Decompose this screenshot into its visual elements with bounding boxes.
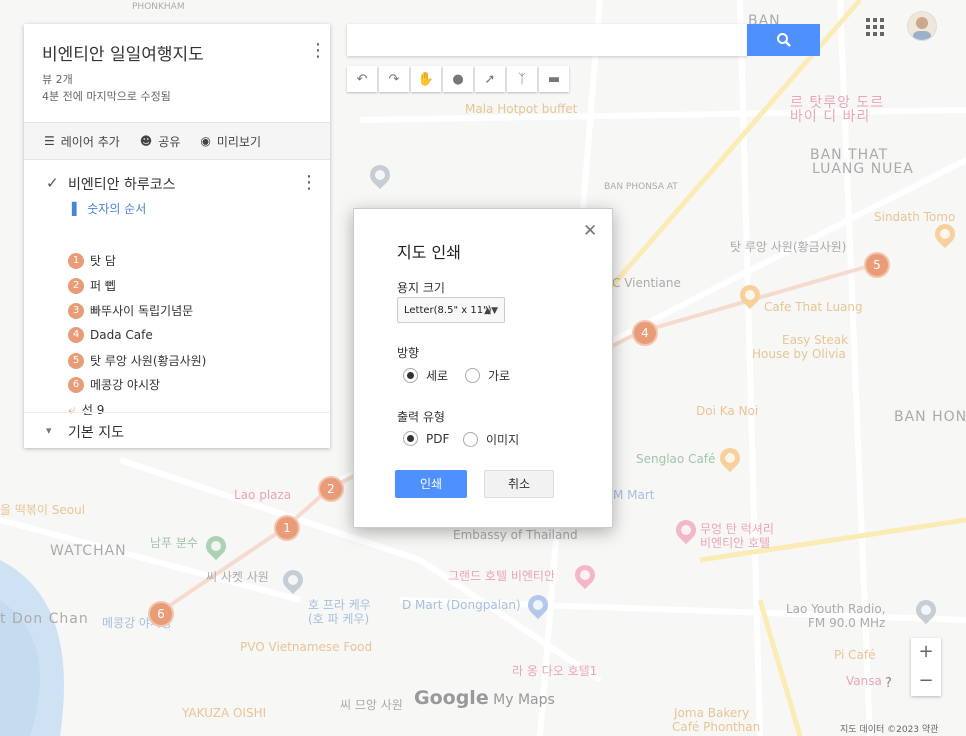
portrait-label: 세로 <box>426 369 449 383</box>
number-icon: 6 <box>68 376 84 393</box>
add-layer-button[interactable]: ☰ 레이어 추가 <box>44 133 120 150</box>
landscape-label: 가로 <box>488 369 511 383</box>
last-edited: 4분 전에 마지막으로 수정됨 <box>42 90 171 103</box>
list-item-label: Dada Cafe <box>90 328 153 342</box>
share-label: 공유 <box>158 134 181 149</box>
list-item[interactable]: 4 Dada Cafe <box>68 327 153 343</box>
redo-icon[interactable]: ↷ <box>379 66 409 92</box>
map-toolbar: ↶ ↷ ✋ ● ➚ ᛉ ▬ <box>347 66 569 92</box>
chevron-down-icon[interactable]: ▾ <box>46 424 52 437</box>
list-item-label: 퍼 뻽 <box>90 279 116 293</box>
layer-style-label: 숫자의 순서 <box>87 202 147 216</box>
list-item-label: 탓 담 <box>90 254 116 268</box>
radio-icon <box>465 368 480 383</box>
output-type-label: 출력 유형 <box>397 410 445 424</box>
dialog-title: 지도 인쇄 <box>397 243 461 262</box>
image-label: 이미지 <box>486 433 520 447</box>
paper-size-value: Letter(8.5" x 11") <box>404 305 492 316</box>
list-item[interactable]: 2 퍼 뻽 <box>68 277 116 294</box>
logo-main: Google <box>414 687 489 709</box>
route-marker[interactable]: 6 <box>148 601 174 627</box>
list-item-label: 메콩강 야시장 <box>90 378 161 392</box>
list-item[interactable]: 6 메콩강 야시장 <box>68 376 160 393</box>
basemap-section[interactable]: ▾ 기본 지도 <box>24 412 330 449</box>
ruler-icon[interactable]: ▬ <box>539 66 569 92</box>
google-my-maps-logo: Google My Maps <box>414 687 555 709</box>
zoom-control: + − <box>911 638 941 696</box>
list-item[interactable]: 3 빠뚜사이 독립기념문 <box>68 302 193 319</box>
radio-icon <box>463 432 478 447</box>
add-layer-label: 레이어 추가 <box>60 134 120 149</box>
view-count: 뷰 2개 <box>42 73 73 86</box>
number-icon: 1 <box>68 252 84 269</box>
number-icon: 3 <box>68 302 84 319</box>
image-radio[interactable]: 이미지 <box>463 431 519 448</box>
route-marker[interactable]: 1 <box>274 515 300 541</box>
logo-sub: My Maps <box>488 692 555 708</box>
panel-actions: ☰ 레이어 추가 ☻ 공유 ◉ 미리보기 <box>24 122 330 160</box>
list-item[interactable]: 5 탓 루앙 사원(황금사원) <box>68 352 206 369</box>
map-title[interactable]: 비엔티안 일일여행지도 <box>42 40 204 65</box>
select-arrows-icon: ▲▼ <box>484 306 498 316</box>
share-button[interactable]: ☻ 공유 <box>140 133 181 150</box>
add-person-icon: ☻ <box>139 134 153 148</box>
eye-icon: ◉ <box>200 134 211 148</box>
route-marker[interactable]: 4 <box>632 320 658 346</box>
question-icon[interactable]: ? <box>885 676 892 691</box>
orientation-label: 방향 <box>397 346 420 360</box>
layers-icon: ☰ <box>44 134 55 148</box>
layer-options-icon[interactable]: ⋮ <box>300 172 318 193</box>
pdf-radio[interactable]: PDF <box>403 431 449 446</box>
portrait-radio[interactable]: 세로 <box>403 367 448 384</box>
search-input[interactable] <box>347 24 747 56</box>
add-marker-icon[interactable]: ● <box>443 66 473 92</box>
list-item-label: 빠뚜사이 독립기념문 <box>90 304 194 318</box>
paper-size-label: 용지 크기 <box>397 281 445 295</box>
more-options-icon[interactable]: ⋮ <box>309 40 327 61</box>
pdf-label: PDF <box>426 431 450 446</box>
search-icon <box>776 33 791 47</box>
number-icon: 4 <box>68 327 84 343</box>
checkbox-icon[interactable]: ✓ <box>46 174 59 192</box>
zoom-in-button[interactable]: + <box>911 638 941 667</box>
map-side-panel: 비엔티안 일일여행지도 ⋮ 뷰 2개 4분 전에 마지막으로 수정됨 ☰ 레이어… <box>24 24 330 448</box>
hand-icon[interactable]: ✋ <box>411 66 441 92</box>
layer-name[interactable]: 비엔티안 하루코스 <box>68 174 176 194</box>
paper-size-select[interactable]: Letter(8.5" x 11") ▲▼ <box>397 297 505 323</box>
print-button[interactable]: 인쇄 <box>395 470 467 498</box>
zoom-out-button[interactable]: − <box>911 667 941 696</box>
route-marker[interactable]: 2 <box>318 476 344 502</box>
radio-selected-icon <box>403 368 418 383</box>
basemap-label: 기본 지도 <box>68 425 124 441</box>
number-icon: 2 <box>68 277 84 294</box>
close-icon[interactable]: ✕ <box>583 221 597 241</box>
avatar[interactable] <box>907 11 937 41</box>
route-marker[interactable]: 5 <box>864 252 890 278</box>
radio-selected-icon <box>403 431 418 446</box>
landscape-radio[interactable]: 가로 <box>465 367 510 384</box>
apps-icon[interactable] <box>866 18 884 36</box>
draw-line-icon[interactable]: ➚ <box>475 66 505 92</box>
map-attribution[interactable]: 지도 데이터 ©2023 약관 <box>840 722 938 735</box>
individual-styles-link[interactable]: ▌ 숫자의 순서 <box>72 200 146 217</box>
directions-icon[interactable]: ᛉ <box>507 66 537 92</box>
number-icon: 5 <box>68 352 84 369</box>
search-button[interactable] <box>747 24 820 56</box>
list-item[interactable]: 1 탓 담 <box>68 252 116 269</box>
paint-roller-icon: ▌ <box>72 201 82 216</box>
preview-label: 미리보기 <box>216 134 262 149</box>
print-dialog: ✕ 지도 인쇄 용지 크기 Letter(8.5" x 11") ▲▼ 방향 세… <box>353 208 613 528</box>
user-icon <box>913 17 931 40</box>
list-item-label: 탓 루앙 사원(황금사원) <box>90 354 207 368</box>
undo-icon[interactable]: ↶ <box>347 66 377 92</box>
preview-button[interactable]: ◉ 미리보기 <box>200 133 261 150</box>
cancel-button[interactable]: 취소 <box>484 470 554 498</box>
